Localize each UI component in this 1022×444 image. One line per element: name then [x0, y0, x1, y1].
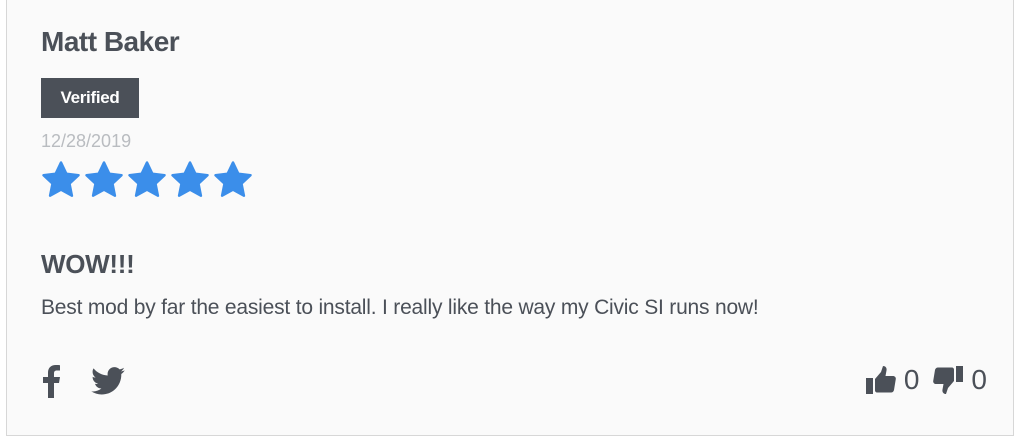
thumbs-down-icon[interactable] — [933, 366, 964, 394]
star-icon — [127, 160, 167, 200]
thumbs-up-icon[interactable] — [865, 366, 896, 394]
verified-badge: Verified — [41, 78, 139, 118]
reviewer-name: Matt Baker — [41, 26, 180, 57]
review-card: Matt Baker Verified 12/28/2019 WOW!!! Be… — [6, 0, 1014, 436]
review-date: 12/28/2019 — [41, 131, 132, 151]
star-rating — [41, 160, 253, 202]
twitter-icon[interactable] — [91, 367, 125, 395]
star-icon — [41, 160, 81, 200]
helpful-count: 0 — [903, 364, 920, 395]
vote-controls: 0 0 — [865, 364, 987, 396]
review-body: Best mod by far the easiest to install. … — [41, 296, 759, 319]
not-helpful-count: 0 — [971, 364, 987, 395]
star-icon — [84, 160, 124, 200]
share-buttons — [41, 364, 125, 398]
facebook-icon[interactable] — [41, 364, 61, 398]
review-title: WOW!!! — [41, 249, 135, 279]
star-icon — [170, 160, 210, 200]
star-icon — [213, 160, 253, 200]
